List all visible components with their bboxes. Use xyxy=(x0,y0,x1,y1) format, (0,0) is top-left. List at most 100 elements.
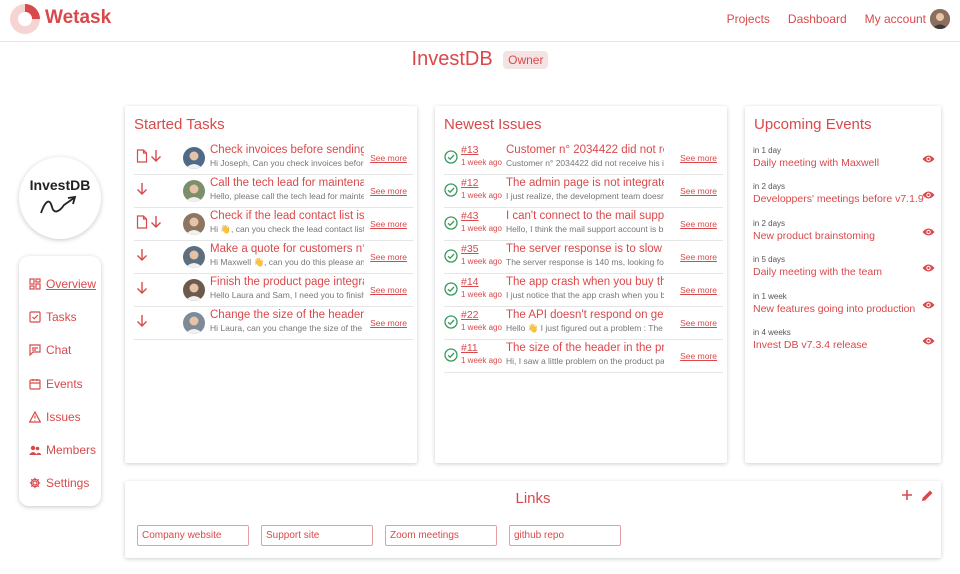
event-title[interactable]: Invest DB v7.3.4 release xyxy=(753,339,933,351)
event-item[interactable]: in 2 days Developpers' meetings before v7… xyxy=(753,182,935,205)
task-row[interactable]: Check if the lead contact list is comple… xyxy=(134,208,413,241)
eye-icon[interactable] xyxy=(922,190,935,200)
menu-item-issues[interactable]: Issues xyxy=(19,400,101,433)
issue-row[interactable]: #35 1 week ago The server response is to s… xyxy=(444,241,723,274)
wetask-logo-icon[interactable] xyxy=(8,2,42,36)
main-nav: Projects Dashboard My account xyxy=(709,9,950,29)
see-more-link[interactable]: See more xyxy=(680,318,717,328)
see-more-link[interactable]: See more xyxy=(370,219,407,229)
event-title[interactable]: New features going into production xyxy=(753,303,933,315)
issue-title[interactable]: Customer n° 2034422 did not receive xyxy=(506,144,664,156)
assignee-avatar xyxy=(183,279,205,301)
event-item[interactable]: in 4 weeks Invest DB v7.3.4 release xyxy=(753,328,935,351)
see-more-link[interactable]: See more xyxy=(680,153,717,163)
add-link-icon[interactable] xyxy=(901,489,913,501)
eye-icon[interactable] xyxy=(922,300,935,310)
eye-icon[interactable] xyxy=(922,154,935,164)
nav-projects-link[interactable]: Projects xyxy=(727,12,770,26)
see-more-link[interactable]: See more xyxy=(370,153,407,163)
see-more-link[interactable]: See more xyxy=(680,351,717,361)
task-title[interactable]: Check if the lead contact list is comple… xyxy=(210,210,364,222)
event-item[interactable]: in 2 days New product brainstoming xyxy=(753,219,935,242)
nav-account-link[interactable]: My account xyxy=(865,12,926,26)
user-avatar[interactable] xyxy=(930,9,950,29)
event-item[interactable]: in 1 week New features going into product… xyxy=(753,291,935,315)
task-row[interactable]: Check invoices before sending them Hi Jos… xyxy=(134,142,413,175)
issue-number-link[interactable]: #12 xyxy=(461,177,479,189)
issue-title[interactable]: The server response is to slow on xyxy=(506,243,664,255)
see-more-link[interactable]: See more xyxy=(680,186,717,196)
issue-number-link[interactable]: #13 xyxy=(461,144,479,156)
project-title: InvestDB xyxy=(411,48,493,70)
see-more-link[interactable]: See more xyxy=(370,186,407,196)
issue-row[interactable]: #43 1 week ago I can't connect to the mail… xyxy=(444,208,723,241)
event-item[interactable]: in 5 days Daily meeting with the team xyxy=(753,255,935,278)
task-title[interactable]: Change the size of the header on xyxy=(210,309,364,321)
issue-time: 1 week ago xyxy=(461,323,502,332)
task-row[interactable]: Make a quote for customers n°0 Hi Maxwell… xyxy=(134,241,413,274)
menu-item-overview[interactable]: Overview xyxy=(19,267,101,300)
issue-row[interactable]: #12 1 week ago The admin page is not integ… xyxy=(444,175,723,208)
see-more-link[interactable]: See more xyxy=(370,252,407,262)
see-more-link[interactable]: See more xyxy=(680,285,717,295)
arrow-down-icon xyxy=(137,249,147,261)
event-title[interactable]: Daily meeting with Maxwell xyxy=(753,157,933,169)
issue-number-link[interactable]: #14 xyxy=(461,276,479,288)
link-button[interactable]: Company website xyxy=(137,525,249,546)
issue-preview: Hello, I think the mail support account … xyxy=(506,224,664,234)
link-button[interactable]: github repo xyxy=(509,525,621,546)
eye-icon[interactable] xyxy=(922,227,935,237)
issue-title[interactable]: The admin page is not integrated xyxy=(506,177,664,189)
link-button[interactable]: Zoom meetings xyxy=(385,525,497,546)
brand-name[interactable]: Wetask xyxy=(45,7,111,29)
menu-item-events[interactable]: Events xyxy=(19,367,101,400)
menu-item-members[interactable]: Members xyxy=(19,433,101,466)
issue-number-link[interactable]: #22 xyxy=(461,309,479,321)
task-title[interactable]: Finish the product page integration xyxy=(210,276,364,288)
event-title[interactable]: Developpers' meetings before v7.1.9 xyxy=(753,193,933,205)
issue-number-link[interactable]: #43 xyxy=(461,210,479,222)
nav-dashboard-link[interactable]: Dashboard xyxy=(788,12,847,26)
issue-preview: I just realize, the development team doe… xyxy=(506,191,664,201)
event-item[interactable]: in 1 day Daily meeting with Maxwell xyxy=(753,146,935,169)
task-row[interactable]: Finish the product page integration Hello… xyxy=(134,274,413,307)
see-more-link[interactable]: See more xyxy=(370,318,407,328)
task-title[interactable]: Call the tech lead for maintenance xyxy=(210,177,364,189)
assignee-avatar xyxy=(183,180,205,202)
issue-row[interactable]: #11 1 week ago The size of the header in t… xyxy=(444,340,723,373)
task-title[interactable]: Make a quote for customers n°0 xyxy=(210,243,364,255)
menu-item-tasks[interactable]: Tasks xyxy=(19,300,101,333)
issue-row[interactable]: #14 1 week ago The app crash when you buy … xyxy=(444,274,723,307)
issue-number-link[interactable]: #35 xyxy=(461,243,479,255)
eye-icon[interactable] xyxy=(922,336,935,346)
issue-time: 1 week ago xyxy=(461,224,502,233)
menu-item-chat[interactable]: Chat xyxy=(19,334,101,367)
task-row[interactable]: Change the size of the header on Hi Laura… xyxy=(134,307,413,340)
see-more-link[interactable]: See more xyxy=(370,285,407,295)
issue-title[interactable]: The size of the header in the product xyxy=(506,342,664,354)
check-circle-icon xyxy=(444,348,458,362)
issue-preview: Customer n° 2034422 did not receive his … xyxy=(506,158,664,168)
issue-time: 1 week ago xyxy=(461,191,502,200)
task-row[interactable]: Call the tech lead for maintenance Hello,… xyxy=(134,175,413,208)
issue-number-link[interactable]: #11 xyxy=(461,342,478,354)
event-when: in 1 week xyxy=(753,291,787,301)
issue-row[interactable]: #22 1 week ago The API doesn't respond on … xyxy=(444,307,723,340)
arrow-down-icon xyxy=(137,282,147,294)
issue-title[interactable]: I can't connect to the mail support xyxy=(506,210,664,222)
event-title[interactable]: New product brainstoming xyxy=(753,230,933,242)
issue-row[interactable]: #13 1 week ago Customer n° 2034422 did not… xyxy=(444,142,723,175)
issue-title[interactable]: The app crash when you buy the product xyxy=(506,276,664,288)
task-title[interactable]: Check invoices before sending them xyxy=(210,144,364,156)
link-button[interactable]: Support site xyxy=(261,525,373,546)
event-title[interactable]: Daily meeting with the team xyxy=(753,266,933,278)
project-side-menu: Overview Tasks Chat Events Issues Member… xyxy=(19,256,101,506)
see-more-link[interactable]: See more xyxy=(680,252,717,262)
issue-preview: Hello 👋 I just figured out a problem : T… xyxy=(506,323,663,333)
eye-icon[interactable] xyxy=(922,263,935,273)
task-preview: Hi 👋, can you check the lead contact lis… xyxy=(210,224,364,234)
issue-title[interactable]: The API doesn't respond on get method xyxy=(506,309,664,321)
edit-links-icon[interactable] xyxy=(921,489,934,502)
see-more-link[interactable]: See more xyxy=(680,219,717,229)
menu-item-settings[interactable]: Settings xyxy=(19,467,101,500)
